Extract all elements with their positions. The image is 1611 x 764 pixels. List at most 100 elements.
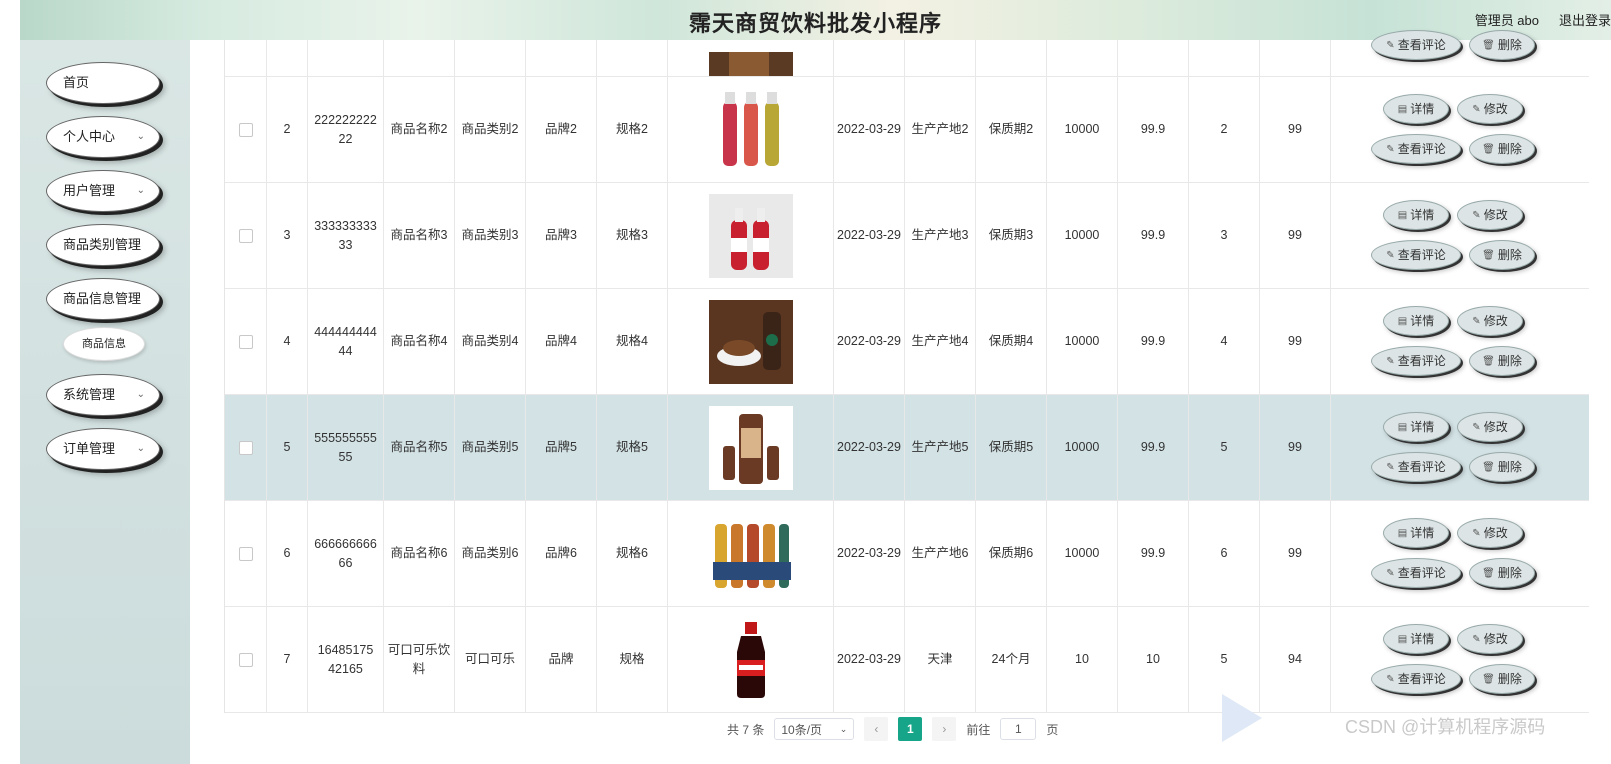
view-reviews-button[interactable]: ✎ 查看评论 xyxy=(1371,134,1461,164)
row-checkbox[interactable] xyxy=(238,334,253,349)
row-checkbox[interactable] xyxy=(238,122,253,137)
view-reviews-button[interactable]: ✎ 查看评论 xyxy=(1371,664,1461,694)
production-date: 2022-03-29 xyxy=(834,77,905,182)
table-row: 6 666666666 66 商品名称6 商品类别6 品牌6 规格6 2022-… xyxy=(225,501,1589,607)
nav-home[interactable]: 首页 xyxy=(46,62,160,104)
product-name: 商品名称4 xyxy=(384,289,455,394)
product-category: 商品类别5 xyxy=(455,395,526,500)
button-label: 详情 xyxy=(1410,207,1435,222)
chevron-down-icon: ⌄ xyxy=(136,131,145,142)
click-count: 5 xyxy=(1189,395,1260,500)
production-date: 2022-03-29 xyxy=(834,501,905,606)
detail-button[interactable]: ▤ 详情 xyxy=(1383,624,1449,654)
logout-link[interactable]: 退出登录 xyxy=(1559,10,1611,29)
nav-user-management[interactable]: 用户管理 ⌄ xyxy=(46,170,160,212)
origin: 生产产地5 xyxy=(905,395,976,500)
nav-label: 商品类别管理 xyxy=(63,237,142,252)
product-image-cell xyxy=(668,183,834,288)
document-icon: ▤ xyxy=(1397,421,1408,433)
button-label: 修改 xyxy=(1483,419,1508,434)
nav-label: 用户管理 xyxy=(63,183,116,198)
nav-order-management[interactable]: 订单管理 ⌄ xyxy=(46,428,160,470)
product-image-cell xyxy=(668,395,834,500)
delete-button[interactable]: 🗑 删除 xyxy=(1469,346,1535,376)
detail-button[interactable]: ▤ 详情 xyxy=(1383,412,1449,442)
product-category: 商品类别2 xyxy=(455,77,526,182)
nav-label: 个人中心 xyxy=(63,129,116,144)
nav-system-management[interactable]: 系统管理 ⌄ xyxy=(46,374,160,416)
button-label: 删除 xyxy=(1497,37,1522,52)
edit-pen-icon: ✎ xyxy=(1472,633,1481,645)
button-label: 详情 xyxy=(1410,419,1435,434)
detail-button[interactable]: ▤ 详情 xyxy=(1383,306,1449,336)
current-page[interactable]: 1 xyxy=(898,717,923,741)
view-reviews-button[interactable]: ✎ 查看评论 xyxy=(1371,558,1461,588)
edit-pen-icon: ✎ xyxy=(1472,421,1481,433)
chevron-down-icon: ⌄ xyxy=(136,185,145,196)
row-index: 2 xyxy=(267,77,308,182)
view-reviews-button[interactable]: ✎ 查看评论 xyxy=(1371,346,1461,376)
goto-page-input[interactable]: 1 xyxy=(1000,718,1037,740)
page-size-select[interactable]: 10条/页 ⌄ xyxy=(774,718,855,740)
row-checkbox[interactable] xyxy=(238,546,253,561)
edit-pen-icon: ✎ xyxy=(1386,673,1395,685)
nav-product-management[interactable]: 商品信息管理 xyxy=(46,278,160,320)
edit-button[interactable]: ✎ 修改 xyxy=(1457,94,1523,124)
button-label: 查看评论 xyxy=(1397,37,1446,52)
chevron-down-icon: ⌄ xyxy=(136,389,145,400)
detail-button[interactable]: ▤ 详情 xyxy=(1383,94,1449,124)
edit-button[interactable]: ✎ 修改 xyxy=(1457,624,1523,654)
document-icon: ▤ xyxy=(1397,103,1408,115)
prev-page-button[interactable]: ‹ xyxy=(864,717,889,741)
product-number: 444444444 44 xyxy=(308,289,384,394)
delete-button[interactable]: 🗑 删除 xyxy=(1469,134,1535,164)
sidebar: 首页 个人中心 ⌄ 用户管理 ⌄ 商品类别管理 商品信息管理 商品信息 系统管理 ⌄ … xyxy=(20,40,190,764)
nav-personal-center[interactable]: 个人中心 ⌄ xyxy=(46,116,160,158)
button-label: 删除 xyxy=(1497,353,1522,368)
row-actions: ▤ 详情 ✎ 修改 ✎ 查看评论 🗑 删除 xyxy=(1331,501,1589,606)
product-spec: 规格6 xyxy=(597,501,668,606)
nav-category-management[interactable]: 商品类别管理 xyxy=(46,224,160,266)
row-index: 6 xyxy=(267,501,308,606)
product-name: 商品名称5 xyxy=(384,395,455,500)
delete-button[interactable]: 🗑 删除 xyxy=(1469,30,1535,60)
next-page-button[interactable]: › xyxy=(932,717,957,741)
row-actions: ▤ 详情 ✎ 修改 ✎ 查看评论 🗑 删除 xyxy=(1331,289,1589,394)
button-label: 删除 xyxy=(1497,141,1522,156)
view-reviews-button[interactable]: ✎ 查看评论 xyxy=(1371,240,1461,270)
view-reviews-button[interactable]: ✎ 查看评论 xyxy=(1371,452,1461,482)
delete-button[interactable]: 🗑 删除 xyxy=(1469,664,1535,694)
product-number: 333333333 33 xyxy=(308,183,384,288)
nav-sub-product-info[interactable]: 商品信息 xyxy=(63,327,145,361)
button-label: 删除 xyxy=(1497,565,1522,580)
delete-button[interactable]: 🗑 删除 xyxy=(1469,452,1535,482)
product-name: 商品名称3 xyxy=(384,183,455,288)
row-index: 4 xyxy=(267,289,308,394)
product-image xyxy=(708,299,793,384)
trash-icon: 🗑 xyxy=(1482,673,1495,685)
document-icon: ▤ xyxy=(1397,527,1408,539)
page-size-value: 10条/页 xyxy=(781,722,823,737)
product-brand: 品牌6 xyxy=(526,501,597,606)
detail-button[interactable]: ▤ 详情 xyxy=(1383,518,1449,548)
row-checkbox[interactable] xyxy=(238,228,253,243)
total-value: 99 xyxy=(1260,289,1331,394)
button-label: 查看评论 xyxy=(1397,459,1446,474)
edit-button[interactable]: ✎ 修改 xyxy=(1457,200,1523,230)
shelf-life: 保质期2 xyxy=(976,77,1047,182)
view-reviews-button[interactable]: ✎ 查看评论 xyxy=(1371,30,1461,60)
detail-button[interactable]: ▤ 详情 xyxy=(1383,200,1449,230)
edit-button[interactable]: ✎ 修改 xyxy=(1457,306,1523,336)
delete-button[interactable]: 🗑 删除 xyxy=(1469,558,1535,588)
row-checkbox[interactable] xyxy=(238,440,253,455)
origin: 生产产地4 xyxy=(905,289,976,394)
edit-pen-icon: ✎ xyxy=(1386,249,1395,261)
edit-button[interactable]: ✎ 修改 xyxy=(1457,518,1523,548)
edit-button[interactable]: ✎ 修改 xyxy=(1457,412,1523,442)
row-actions: ▤ 详情 ✎ 修改 ✎ 查看评论 🗑 删除 xyxy=(1331,183,1589,288)
row-actions: ▤ 详情 ✎ 修改 ✎ 查看评论 🗑 删除 xyxy=(1331,395,1589,500)
row-checkbox[interactable] xyxy=(238,652,253,667)
shelf-life: 保质期3 xyxy=(976,183,1047,288)
product-category: 商品类别6 xyxy=(455,501,526,606)
delete-button[interactable]: 🗑 删除 xyxy=(1469,240,1535,270)
